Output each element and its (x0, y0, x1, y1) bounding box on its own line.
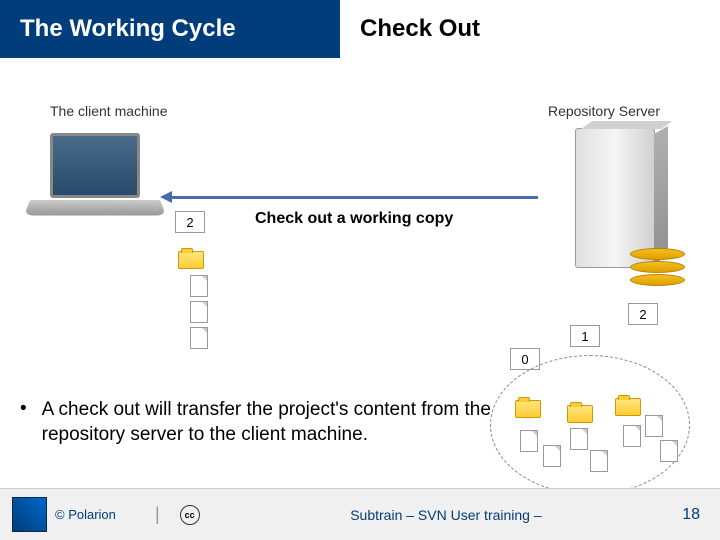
footer-title: Subtrain – SVN User training – (210, 507, 683, 523)
separator: | (155, 504, 160, 525)
client-label: The client machine (50, 103, 168, 119)
revision-badge-1: 1 (570, 325, 600, 347)
copyright-text: © Polarion (55, 507, 145, 522)
client-file-tree (178, 251, 208, 353)
file-icon (190, 301, 208, 323)
arrow-label: Check out a working copy (255, 210, 453, 228)
client-revision-badge: 2 (175, 211, 205, 233)
header-right-panel: Check Out (340, 0, 720, 58)
bullet-point: • A check out will transfer the project'… (20, 398, 540, 447)
checkout-arrow-icon (168, 196, 538, 199)
file-icon (190, 275, 208, 297)
cc-icon: cc (180, 505, 200, 525)
slide-footer: © Polarion | cc Subtrain – SVN User trai… (0, 488, 720, 540)
folder-icon (178, 251, 204, 269)
laptop-icon (30, 133, 160, 233)
folder-icon (567, 405, 593, 423)
header-title-right: Check Out (360, 15, 480, 43)
header-left-panel: The Working Cycle (0, 0, 340, 58)
server-label: Repository Server (548, 103, 660, 119)
file-icon (543, 445, 561, 467)
file-icon (660, 440, 678, 462)
bullet-marker: • (20, 398, 27, 447)
polarion-logo-icon (12, 497, 47, 532)
folder-icon (615, 398, 641, 416)
file-icon (190, 327, 208, 349)
header-title-left: The Working Cycle (20, 15, 236, 43)
page-number: 18 (682, 506, 708, 524)
slide-header: The Working Cycle Check Out (0, 0, 720, 58)
bullet-text: A check out will transfer the project's … (42, 398, 540, 447)
revision-badge-2: 2 (628, 303, 658, 325)
slide-content: The client machine Repository Server 2 C… (0, 58, 720, 488)
file-icon (570, 428, 588, 450)
file-icon (645, 415, 663, 437)
file-icon (623, 425, 641, 447)
file-icon (590, 450, 608, 472)
server-disks-icon (630, 248, 685, 286)
